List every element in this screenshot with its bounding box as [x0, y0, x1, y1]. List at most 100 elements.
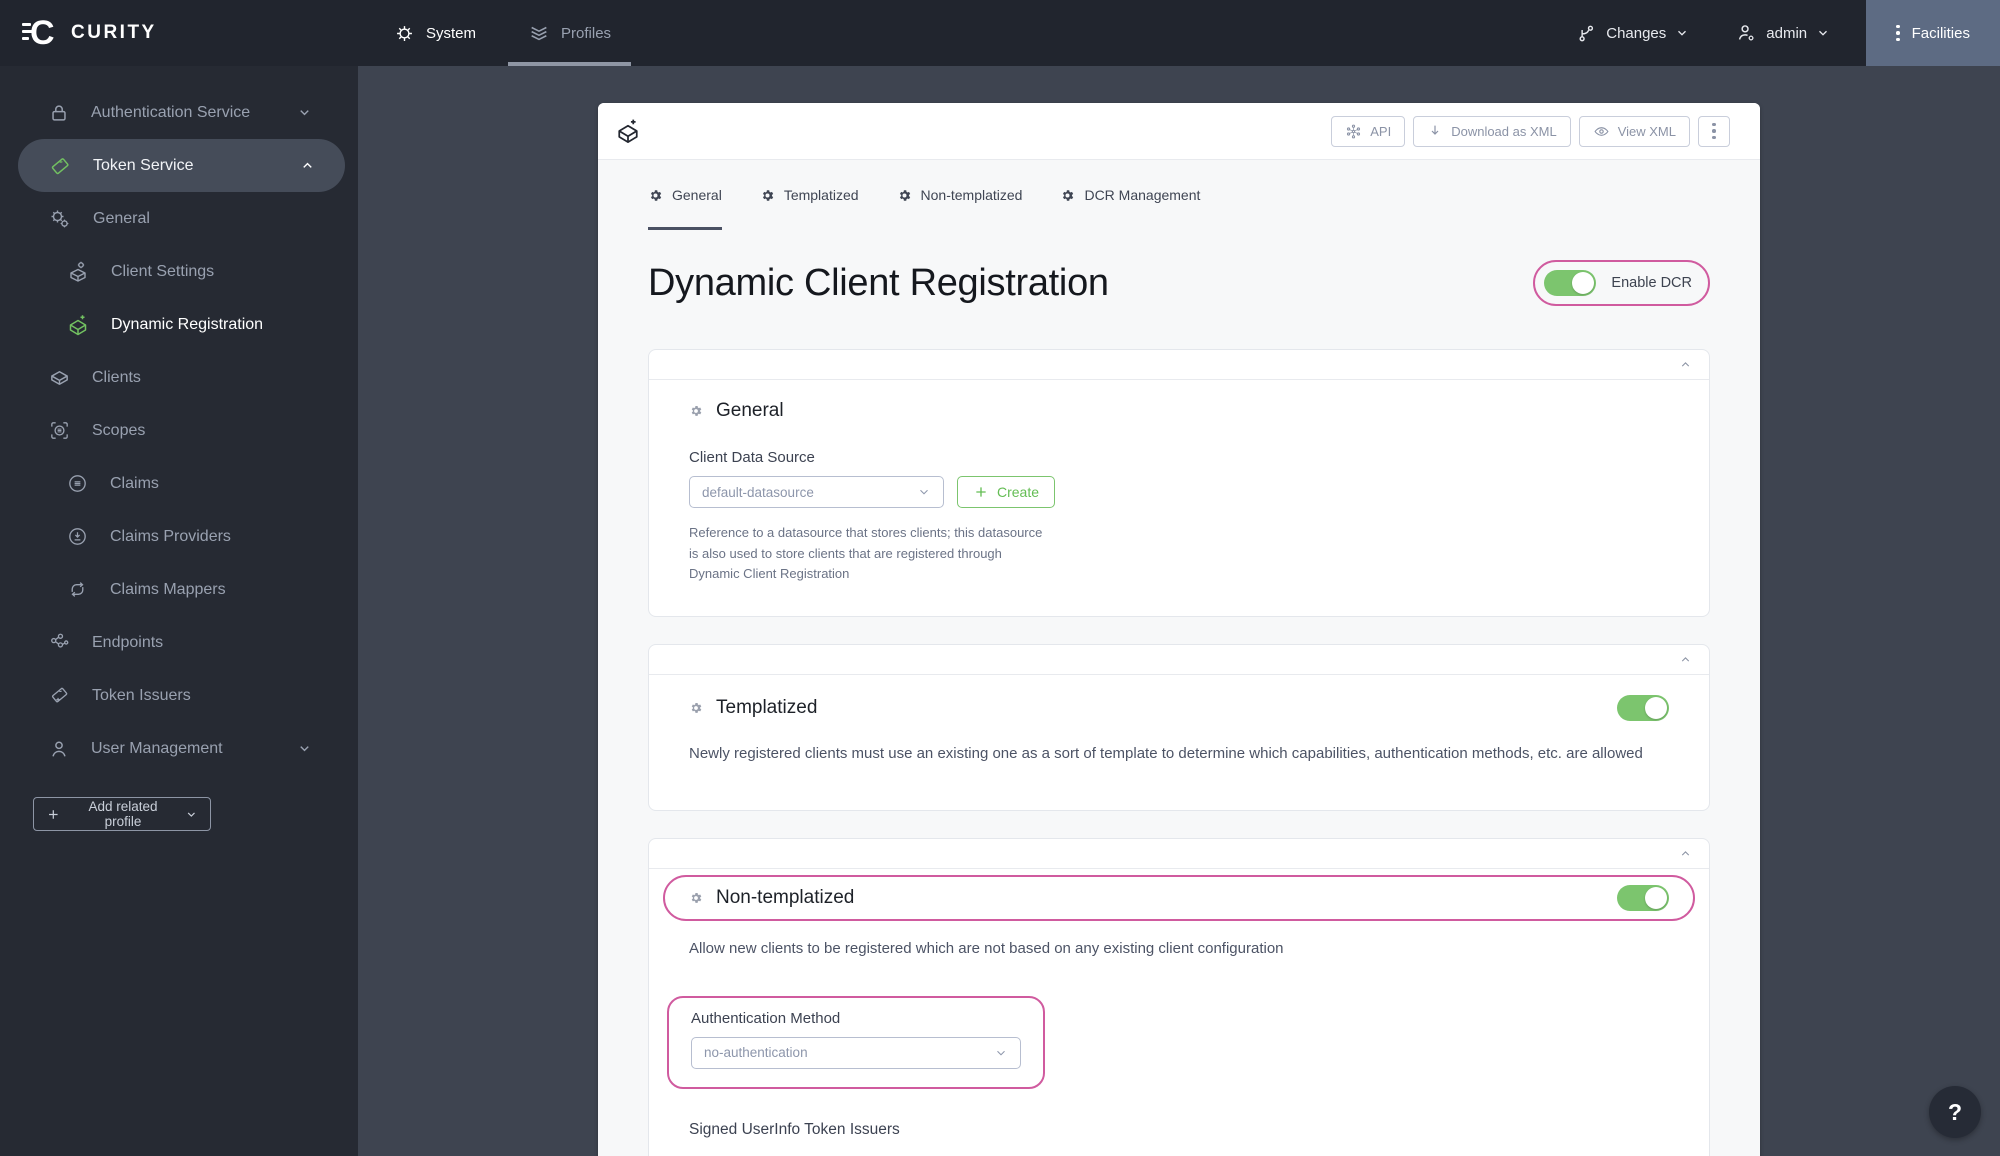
sidebar-item-label: Token Issuers — [92, 686, 191, 704]
client-data-source-select[interactable]: default-datasource — [689, 476, 944, 508]
user-icon — [52, 740, 66, 757]
sidebar-item-label: Endpoints — [92, 633, 164, 651]
help-label: ? — [1947, 1098, 1963, 1125]
non-templatized-description: Allow new clients to be registered which… — [689, 939, 1284, 957]
tab-general[interactable]: General — [648, 160, 722, 230]
changes-label: Changes — [1606, 24, 1667, 42]
api-button[interactable]: API — [1331, 115, 1406, 147]
sidebar-item-label: Claims Providers — [110, 527, 231, 545]
view-xml-button[interactable]: View XML — [1578, 115, 1690, 147]
sidebar-item-scopes[interactable]: Scopes — [0, 404, 358, 457]
lock-icon — [52, 104, 66, 121]
sidebar-item-client-settings[interactable]: Client Settings — [0, 245, 358, 298]
chevron-down-icon — [1819, 30, 1828, 36]
client-data-source-label: Client Data Source — [689, 449, 815, 466]
sidebar-item-label: Clients — [92, 368, 141, 386]
sidebar-item-authentication-service[interactable]: Authentication Service — [0, 86, 358, 139]
section-non-templatized: Non-templatized Allow new clients to be … — [648, 837, 1710, 1156]
profile-card: API Download as XML View XML General Tem… — [598, 103, 1760, 1156]
chevron-up-icon — [303, 162, 312, 168]
non-templatized-toggle[interactable] — [1617, 884, 1669, 911]
tab-dcr-management[interactable]: DCR Management — [1060, 160, 1200, 230]
nav-item-label: Profiles — [561, 24, 612, 42]
sidebar-item-clients[interactable]: Clients — [0, 351, 358, 404]
enable-dcr-toggle-group: Enable DCR — [1533, 260, 1710, 306]
toggle-knob — [1645, 886, 1667, 909]
kebab-icon — [1896, 24, 1900, 42]
sidebar-item-token-service[interactable]: Token Service — [18, 139, 345, 192]
top-nav-tabs: System Profiles — [368, 0, 637, 66]
gear-icon — [691, 702, 702, 713]
add-related-profile-label: Add related profile — [88, 799, 158, 829]
client-data-source-helper: Reference to a datasource that stores cl… — [689, 525, 1043, 582]
plus-icon — [976, 487, 986, 497]
facilities-button[interactable]: Facilities — [1866, 0, 2000, 66]
more-actions-button[interactable] — [1698, 115, 1730, 147]
sidebar-item-label: General — [93, 209, 150, 227]
card-header: API Download as XML View XML — [598, 103, 1760, 160]
nav-item-system[interactable]: System — [368, 0, 502, 66]
sidebar-item-endpoints[interactable]: Endpoints — [0, 616, 358, 669]
chevron-down-icon — [300, 746, 309, 752]
tab-label: DCR Management — [1084, 187, 1201, 203]
user-gear-icon — [1739, 25, 1754, 41]
create-datasource-button[interactable]: Create — [957, 476, 1056, 508]
authentication-method-focus-group: Authentication Method no-authentication — [667, 995, 1045, 1089]
enable-dcr-toggle[interactable] — [1544, 270, 1597, 296]
chevron-down-icon — [920, 489, 928, 495]
sidebar-item-general[interactable]: General — [0, 192, 358, 245]
authentication-method-select[interactable]: no-authentication — [691, 1036, 1021, 1069]
kebab-icon — [1712, 122, 1716, 140]
claims-icon — [69, 475, 86, 492]
add-related-profile-button[interactable]: Add related profile — [33, 797, 211, 831]
ticket-icon — [51, 157, 69, 174]
download-xml-label: Download as XML — [1451, 123, 1557, 139]
non-templatized-header-focus: Non-templatized — [663, 874, 1695, 921]
tab-label: Non-templatized — [920, 187, 1023, 203]
tab-label: General — [672, 187, 722, 203]
claims-mappers-icon — [71, 582, 84, 597]
chevron-up-icon — [1681, 656, 1690, 662]
admin-user-menu[interactable]: admin — [1735, 0, 1830, 66]
nav-item-profiles[interactable]: Profiles — [502, 0, 637, 66]
ticket-plus-icon — [52, 687, 68, 703]
cube-icon — [51, 371, 68, 385]
sidebar-item-token-issuers[interactable]: Token Issuers — [0, 669, 358, 722]
sidebar-item-label: Client Settings — [111, 262, 215, 280]
changes-menu[interactable]: Changes — [1576, 0, 1689, 66]
curity-logo[interactable]: C CURITY — [0, 0, 236, 66]
collapse-non-templatized-button[interactable] — [649, 839, 1709, 869]
sidebar-item-claims[interactable]: Claims — [0, 457, 358, 510]
sidebar-item-user-management[interactable]: User Management — [0, 722, 358, 775]
section-heading: Templatized — [716, 696, 818, 718]
section-general: General Client Data Source default-datas… — [648, 349, 1710, 617]
brand-name: CURITY — [71, 22, 157, 43]
download-xml-button[interactable]: Download as XML — [1413, 115, 1571, 147]
claims-providers-icon — [69, 528, 86, 545]
main-content: API Download as XML View XML General Tem… — [358, 66, 2000, 1156]
section-heading: General — [716, 400, 784, 421]
gear-icon — [397, 25, 412, 41]
tab-non-templatized[interactable]: Non-templatized — [897, 160, 1023, 230]
chevron-down-icon — [1678, 30, 1687, 36]
toggle-knob — [1572, 272, 1595, 294]
sidebar-item-dynamic-registration[interactable]: Dynamic Registration — [0, 298, 358, 351]
sidebar: Authentication Service Token Service Gen… — [0, 66, 358, 1156]
sidebar-item-claims-providers[interactable]: Claims Providers — [0, 510, 358, 563]
sidebar-item-label: Token Service — [93, 156, 194, 174]
templatized-toggle[interactable] — [1617, 694, 1669, 721]
chevron-down-icon — [188, 812, 196, 817]
tab-templatized[interactable]: Templatized — [760, 160, 859, 230]
authentication-method-label: Authentication Method — [691, 1009, 841, 1027]
sidebar-item-claims-mappers[interactable]: Claims Mappers — [0, 563, 358, 616]
section-tabs: General Templatized Non-templatized DCR … — [598, 160, 1760, 230]
collapse-templatized-button[interactable] — [649, 645, 1709, 675]
gear-icon — [1063, 189, 1074, 201]
chevron-down-icon — [997, 1050, 1005, 1056]
sidebar-item-label: Claims Mappers — [110, 580, 226, 598]
collapse-general-button[interactable] — [649, 350, 1709, 380]
help-button[interactable]: ? — [1929, 1086, 1981, 1138]
select-value: no-authentication — [704, 1045, 808, 1061]
gear-icon — [691, 892, 702, 903]
cube-gear-icon — [70, 261, 86, 282]
